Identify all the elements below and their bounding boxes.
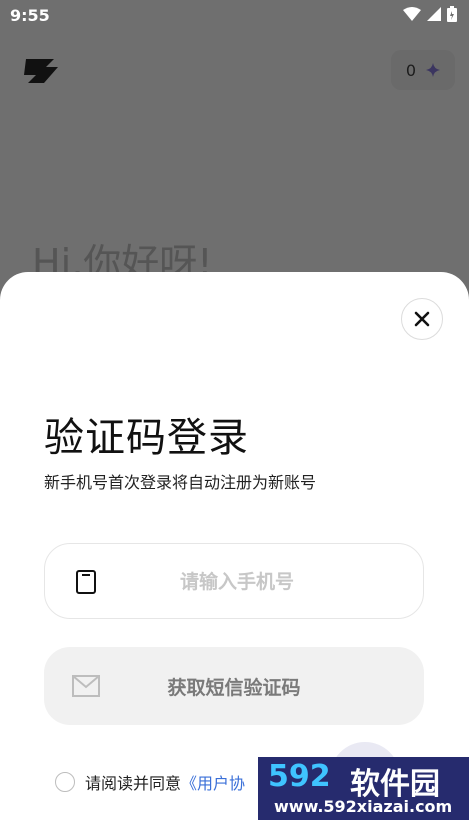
watermark: 592 软件园 www.592xiazai.com xyxy=(258,757,469,820)
get-code-label: 获取短信验证码 xyxy=(167,678,301,699)
page-title: 验证码登录 xyxy=(44,415,249,461)
watermark-brand: 592 xyxy=(268,759,331,794)
watermark-url: www.592xiazai.com xyxy=(274,797,453,816)
wifi-icon xyxy=(403,7,421,21)
user-agreement-link[interactable]: 《用户协 xyxy=(181,774,245,793)
agreement-checkbox[interactable] xyxy=(55,772,75,792)
agreement-row: 请阅读并同意《用户协 xyxy=(55,770,245,794)
status-icons xyxy=(403,6,457,22)
agreement-prefix: 请阅读并同意 xyxy=(85,774,182,793)
phone-input[interactable] xyxy=(115,544,359,620)
sparkle-icon xyxy=(426,63,441,77)
credits-button[interactable]: 0 xyxy=(391,50,455,90)
credits-count: 0 xyxy=(405,60,417,80)
phone-icon xyxy=(76,570,96,594)
page-subtitle: 新手机号首次登录将自动注册为新账号 xyxy=(44,473,317,492)
phone-field[interactable] xyxy=(44,543,424,620)
battery-icon xyxy=(447,6,457,22)
close-icon xyxy=(414,311,430,327)
agreement-text: 请阅读并同意《用户协 xyxy=(85,770,245,794)
signal-icon xyxy=(427,7,441,21)
app-logo-icon xyxy=(24,59,58,83)
get-code-button[interactable]: 获取短信验证码 xyxy=(44,647,424,725)
close-button[interactable] xyxy=(401,298,443,340)
mail-icon xyxy=(72,675,100,697)
status-time: 9:55 xyxy=(10,6,50,25)
status-bar: 9:55 xyxy=(0,0,469,32)
